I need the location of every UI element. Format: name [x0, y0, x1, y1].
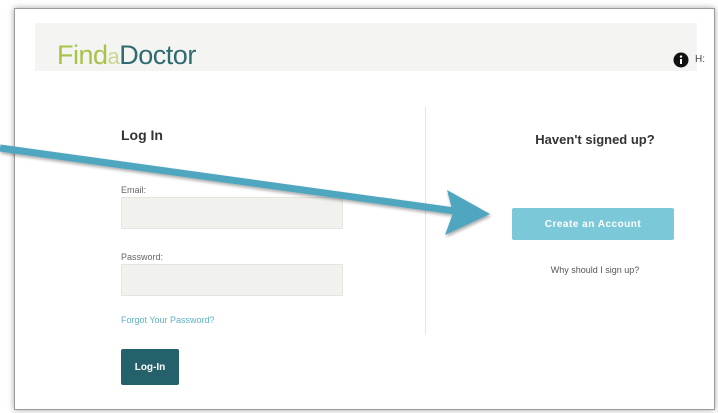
email-label: Email:: [121, 185, 147, 195]
logo-a-text: a: [107, 44, 120, 69]
site-logo[interactable]: FindaDoctor: [57, 40, 196, 71]
why-sign-up-link[interactable]: Why should I sign up?: [515, 265, 675, 275]
logo-doctor-text: Doctor: [119, 40, 196, 70]
info-icon[interactable]: [673, 52, 689, 68]
password-label: Password:: [121, 252, 164, 262]
column-divider: [425, 107, 426, 335]
login-title: Log In: [121, 127, 163, 143]
email-field[interactable]: [121, 197, 343, 229]
create-account-button[interactable]: Create an Account: [512, 208, 674, 240]
logo-find-text: Find: [57, 40, 108, 70]
header-user-text[interactable]: H:: [695, 54, 705, 65]
password-field[interactable]: [121, 264, 343, 296]
browser-frame: FindaDoctor H: Log In Email: Password: F…: [14, 8, 715, 410]
forgot-password-link[interactable]: Forgot Your Password?: [121, 315, 215, 325]
site-header: FindaDoctor H:: [35, 23, 705, 71]
login-button[interactable]: Log-In: [121, 349, 179, 385]
signup-title: Haven't signed up?: [535, 132, 655, 147]
